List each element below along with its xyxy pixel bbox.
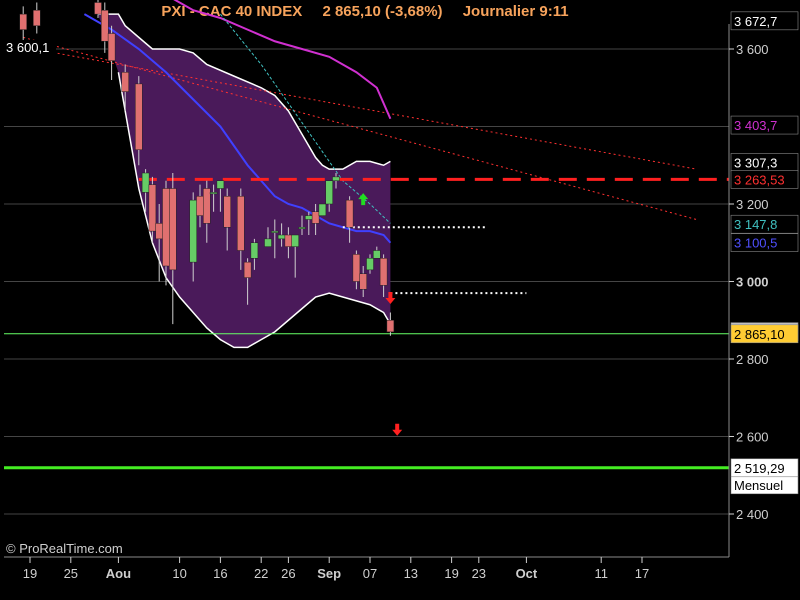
candle-body xyxy=(311,211,320,224)
value-badge-label: 3 600,1 xyxy=(6,40,49,55)
x-tick-label: Sep xyxy=(317,566,341,581)
copyright-label: © ProRealTime.com xyxy=(6,541,123,556)
y-tick-label: 2 800 xyxy=(736,352,769,367)
candle-body xyxy=(325,180,333,205)
x-tick-label: 11 xyxy=(594,566,608,581)
value-badge-label: 3 100,5 xyxy=(734,236,777,251)
x-tick-label: 07 xyxy=(363,566,377,581)
candle-body xyxy=(277,234,286,240)
x-tick-label: 10 xyxy=(172,566,186,581)
candle-body xyxy=(223,196,231,228)
value-badge-label: 3 672,7 xyxy=(734,14,777,29)
candle-body xyxy=(305,215,313,220)
candle-body xyxy=(189,199,197,263)
candle-body xyxy=(107,33,116,61)
candle-body xyxy=(19,13,27,30)
y-tick-label: 3 000 xyxy=(736,275,769,290)
candle-body xyxy=(148,184,157,232)
candle-body xyxy=(155,223,163,240)
x-tick-label: 25 xyxy=(64,566,78,581)
candle-body xyxy=(345,199,354,228)
candle-body xyxy=(94,2,102,15)
value-badge-label: 2 519,29 xyxy=(734,461,785,476)
candle-body xyxy=(366,258,374,271)
candle-body xyxy=(121,72,129,92)
y-tick-label: 3 600 xyxy=(736,42,769,57)
x-tick-label: Oct xyxy=(516,566,538,581)
value-badge-label: 3 147,8 xyxy=(734,217,777,232)
candle-body xyxy=(359,273,367,290)
y-tick-label: 2 400 xyxy=(736,507,769,522)
x-tick-label: 23 xyxy=(472,566,486,581)
candle-body xyxy=(250,242,259,259)
candle-body xyxy=(298,227,306,229)
candle-body xyxy=(169,188,177,271)
x-tick-label: 16 xyxy=(213,566,227,581)
candle-body xyxy=(101,10,109,42)
candle-body xyxy=(196,196,204,216)
y-tick-label: 3 200 xyxy=(736,197,769,212)
candle-body xyxy=(373,250,381,259)
x-tick-label: 26 xyxy=(281,566,295,581)
candle-body xyxy=(318,203,327,216)
candle-body xyxy=(264,238,272,247)
x-tick-label: 19 xyxy=(23,566,37,581)
y-tick-label: 2 600 xyxy=(736,430,769,445)
candle-body xyxy=(135,83,143,150)
x-tick-label: 22 xyxy=(254,566,268,581)
x-tick-label: Aou xyxy=(106,566,131,581)
candle-body xyxy=(386,320,395,333)
support-caption: Mensuel xyxy=(734,478,783,493)
value-badge-label: 2 865,10 xyxy=(734,327,785,342)
candle-body xyxy=(284,234,293,247)
value-badge-label: 3 307,3 xyxy=(734,155,777,170)
candle-body xyxy=(237,196,245,251)
value-badge-label: 3 403,7 xyxy=(734,118,777,133)
candle-body xyxy=(203,188,211,224)
x-tick-label: 19 xyxy=(444,566,458,581)
candle-body xyxy=(379,258,388,286)
value-badge-label: 3 263,53 xyxy=(734,172,785,187)
candle-body xyxy=(209,192,218,195)
candle-body xyxy=(332,176,340,181)
candle-body xyxy=(291,234,299,247)
candle-body xyxy=(352,254,361,282)
x-tick-label: 17 xyxy=(635,566,649,581)
candle-body xyxy=(243,261,252,278)
candle-body xyxy=(162,188,170,267)
candle-body xyxy=(271,230,279,233)
candlestick-chart[interactable]: 3 600 3 200 3 000 2 800 2 600 2 400 3 672,7 3 6… xyxy=(0,0,800,600)
candle-body xyxy=(216,180,225,189)
candle-body xyxy=(33,10,41,26)
candle-body xyxy=(141,172,150,193)
x-tick-label: 13 xyxy=(404,566,418,581)
